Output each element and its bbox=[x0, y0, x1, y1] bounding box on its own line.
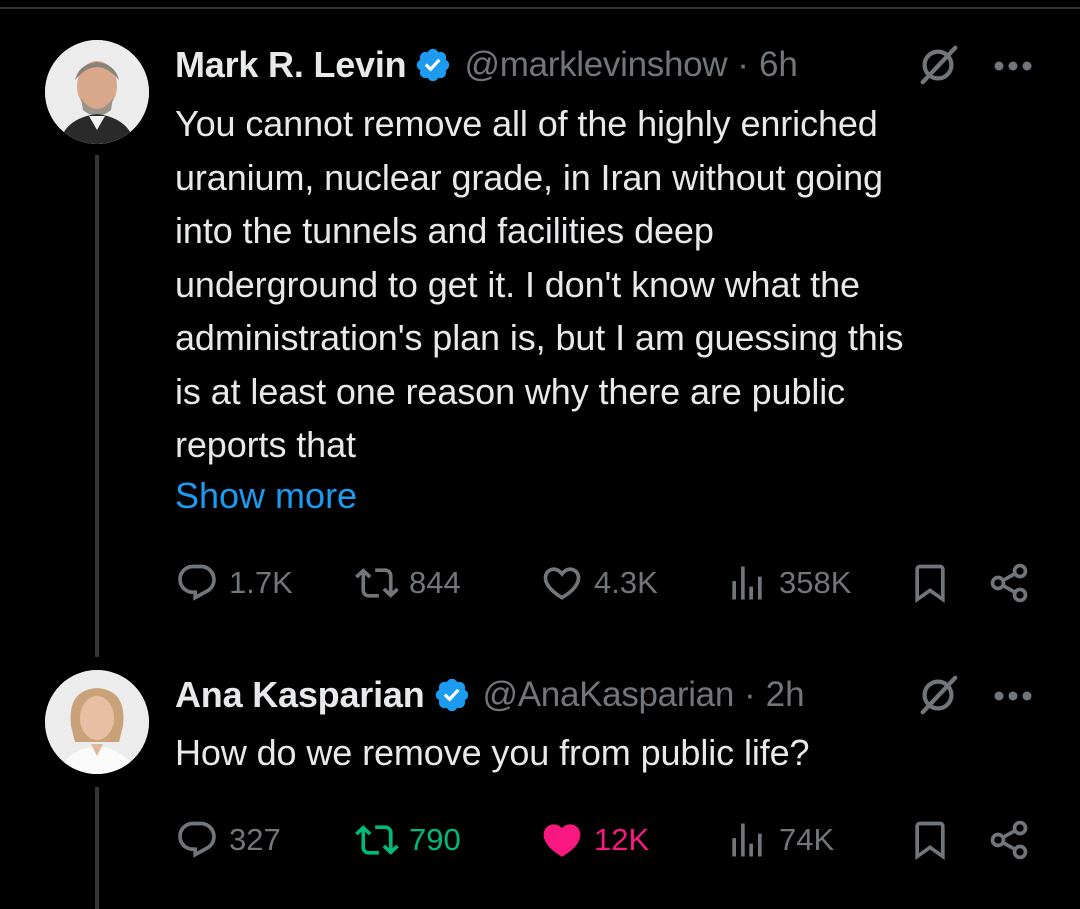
avatar[interactable] bbox=[45, 40, 149, 144]
author-name[interactable]: Mark R. Levin bbox=[175, 44, 407, 86]
tweet-text-line: into the tunnels and facilities deep bbox=[175, 210, 714, 251]
tweet-actions: 327 790 12K 74K bbox=[0, 810, 1080, 870]
timestamp[interactable]: 6h bbox=[759, 45, 798, 85]
repost-icon bbox=[355, 825, 399, 855]
views-count: 358K bbox=[779, 565, 852, 600]
views-button[interactable]: 358K bbox=[725, 553, 851, 613]
tweet-text-line: underground to get it. I don't know what… bbox=[175, 263, 860, 305]
tweet-text: You cannot remove all of the highly enri… bbox=[175, 97, 1035, 472]
reply-icon bbox=[178, 564, 216, 601]
views-icon bbox=[732, 823, 762, 857]
repost-count: 790 bbox=[409, 822, 461, 857]
reply-count: 1.7K bbox=[229, 565, 293, 600]
heart-icon bbox=[543, 824, 581, 857]
verified-badge-icon bbox=[417, 48, 450, 82]
more-icon[interactable] bbox=[993, 690, 1033, 702]
tweet-text-line: administration's plan is, but I am guess… bbox=[175, 317, 904, 358]
tweet-header: Mark R. Levin @marklevinshow · 6h bbox=[175, 40, 798, 90]
verified-badge-icon bbox=[435, 678, 468, 712]
repost-button[interactable]: 790 bbox=[355, 810, 461, 870]
author-handle[interactable]: @AnaKasparian bbox=[483, 675, 735, 715]
heart-icon bbox=[543, 567, 581, 600]
like-button[interactable]: 12K bbox=[540, 810, 649, 870]
views-button[interactable]: 74K bbox=[725, 810, 834, 870]
like-count: 4.3K bbox=[594, 565, 658, 600]
tweet-text-line: uranium, nuclear grade, in Iran without … bbox=[175, 156, 883, 198]
tweet-text-line: How do we remove you from public life? bbox=[175, 732, 810, 773]
bookmark-button[interactable] bbox=[908, 810, 952, 870]
like-count: 12K bbox=[594, 822, 650, 857]
tweet-text-line: reports that bbox=[175, 424, 356, 465]
avatar-photo bbox=[45, 40, 149, 144]
repost-button[interactable]: 844 bbox=[355, 553, 461, 613]
bookmark-icon bbox=[915, 821, 945, 861]
share-button[interactable] bbox=[987, 810, 1031, 870]
more-icon[interactable] bbox=[993, 60, 1033, 72]
views-icon bbox=[732, 566, 762, 600]
author-handle[interactable]: @marklevinshow bbox=[464, 45, 727, 85]
separator: · bbox=[737, 45, 749, 84]
grok-icon[interactable] bbox=[915, 672, 961, 718]
show-more-link[interactable]: Show more bbox=[175, 475, 357, 517]
reply-button[interactable]: 327 bbox=[175, 810, 281, 870]
tweet-header: Ana Kasparian @AnaKasparian · 2h bbox=[175, 670, 805, 720]
tweet-text-line: You cannot remove all of the highly enri… bbox=[175, 103, 878, 144]
share-icon bbox=[990, 820, 1028, 860]
tweet-ana-kasparian[interactable]: Ana Kasparian @AnaKasparian · 2h How do … bbox=[0, 650, 1080, 909]
bookmark-button[interactable] bbox=[908, 553, 952, 613]
share-button[interactable] bbox=[987, 553, 1031, 613]
tweet-mark-levin[interactable]: Mark R. Levin @marklevinshow · 6h You ca… bbox=[0, 0, 1080, 650]
reply-button[interactable]: 1.7K bbox=[175, 553, 293, 613]
like-button[interactable]: 4.3K bbox=[540, 553, 658, 613]
reply-icon bbox=[178, 821, 216, 858]
bookmark-icon bbox=[915, 564, 945, 604]
avatar[interactable] bbox=[45, 670, 149, 774]
views-count: 74K bbox=[779, 822, 835, 857]
author-name[interactable]: Ana Kasparian bbox=[175, 674, 425, 716]
repost-icon bbox=[355, 568, 399, 598]
separator: · bbox=[744, 675, 756, 714]
avatar-photo bbox=[45, 670, 149, 774]
tweet-text: How do we remove you from public life? bbox=[175, 726, 1035, 780]
grok-icon[interactable] bbox=[915, 42, 961, 88]
timestamp[interactable]: 2h bbox=[766, 675, 805, 715]
tweet-text-line: is at least one reason why there are pub… bbox=[175, 370, 846, 412]
repost-count: 844 bbox=[409, 565, 461, 600]
share-icon bbox=[990, 563, 1028, 603]
tweet-actions: 1.7K 844 4.3K 358K bbox=[0, 553, 1080, 613]
reply-count: 327 bbox=[229, 822, 281, 857]
